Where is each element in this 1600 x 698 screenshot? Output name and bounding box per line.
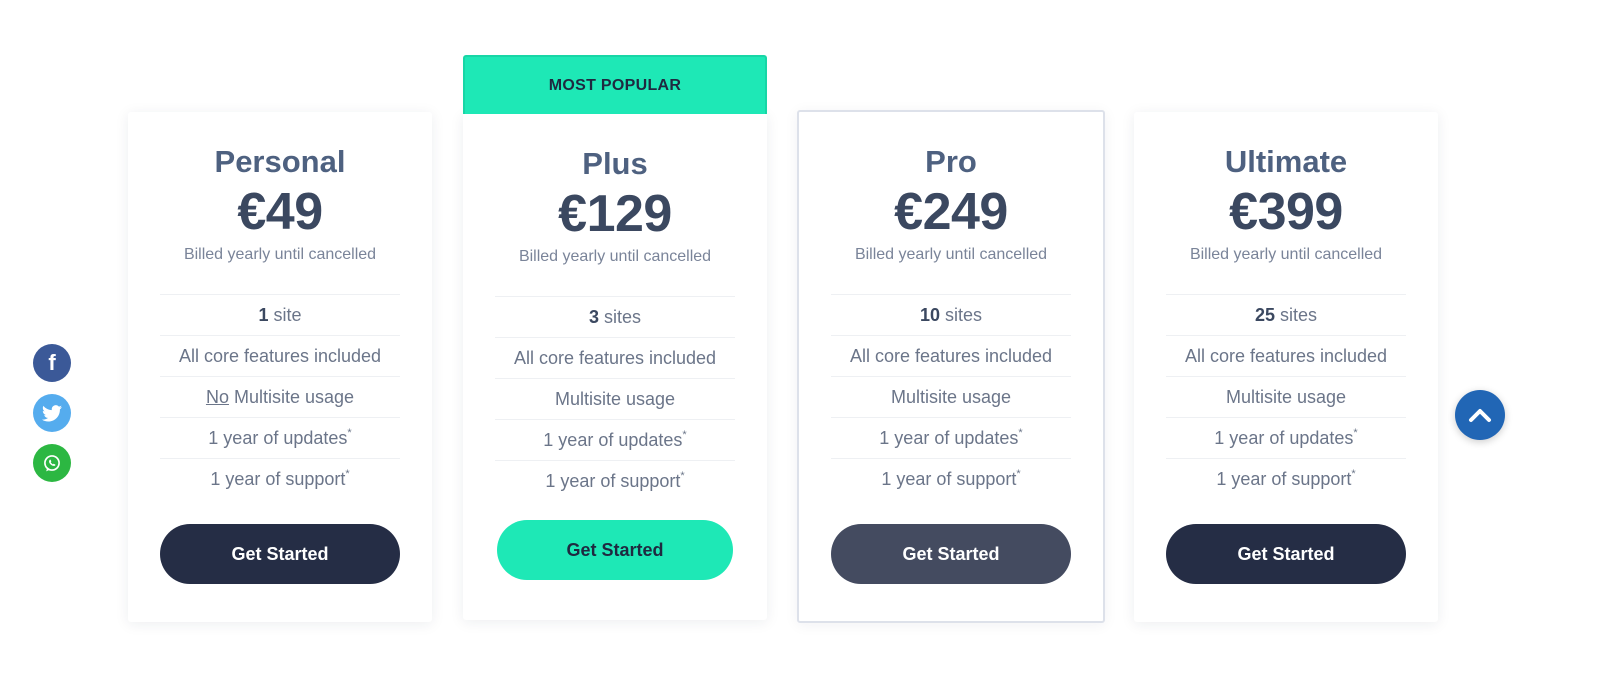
sites-label: sites [599, 307, 642, 327]
plan-card-ultimate: Ultimate €399 Billed yearly until cancel… [1134, 112, 1438, 622]
feature-core: All core features included [495, 337, 735, 378]
feature-multisite: No Multisite usage [160, 376, 400, 417]
billing-note: Billed yearly until cancelled [1189, 246, 1383, 263]
feature-core: All core features included [1166, 335, 1406, 376]
billing-note: Billed yearly until cancelled [183, 246, 377, 263]
feature-updates: 1 year of updates* [495, 419, 735, 460]
whatsapp-share-button[interactable] [33, 444, 71, 482]
facebook-share-button[interactable]: f [33, 344, 71, 382]
plan-price: €129 [558, 185, 672, 243]
feature-sites: 25 sites [1166, 294, 1406, 335]
get-started-button-pro[interactable]: Get Started [831, 524, 1071, 584]
updates-label: 1 year of updates [543, 430, 683, 450]
feature-list: 10 sites All core features included Mult… [831, 294, 1071, 499]
sites-label: site [268, 305, 302, 325]
feature-core: All core features included [160, 335, 400, 376]
feature-updates: 1 year of updates* [831, 417, 1071, 458]
multisite-label: Multisite usage [228, 387, 355, 407]
feature-updates: 1 year of updates* [160, 417, 400, 458]
feature-list: 1 site All core features included No Mul… [160, 294, 400, 499]
billing-note: Billed yearly until cancelled [518, 248, 712, 265]
feature-updates: 1 year of updates* [1166, 417, 1406, 458]
plan-card-plus: MOST POPULAR Plus €129 Billed yearly unt… [463, 55, 767, 620]
footnote-mark: * [345, 468, 350, 480]
footnote-mark: * [680, 470, 685, 482]
footnote-mark: * [1351, 468, 1356, 480]
billing-note: Billed yearly until cancelled [854, 246, 1048, 263]
feature-multisite: Multisite usage [1166, 376, 1406, 417]
updates-label: 1 year of updates [879, 428, 1019, 448]
feature-core: All core features included [831, 335, 1071, 376]
updates-label: 1 year of updates [1214, 428, 1354, 448]
chevron-up-icon [1469, 409, 1491, 422]
plan-name: Pro [925, 144, 977, 179]
plan-name: Ultimate [1224, 144, 1348, 179]
twitter-icon [42, 404, 62, 421]
feature-multisite: Multisite usage [495, 378, 735, 419]
sites-label: sites [940, 305, 983, 325]
sites-label: sites [1275, 305, 1318, 325]
multisite-negation: No [205, 387, 229, 407]
plan-card-personal: Personal €49 Billed yearly until cancell… [128, 112, 432, 622]
plan-name: Personal [214, 144, 346, 179]
get-started-button-personal[interactable]: Get Started [160, 524, 400, 584]
feature-support: 1 year of support* [495, 460, 735, 501]
plan-card-pro: Pro €249 Billed yearly until cancelled 1… [797, 110, 1105, 623]
sites-count: 25 [1254, 305, 1275, 325]
most-popular-badge: MOST POPULAR [463, 55, 767, 114]
feature-list: 3 sites All core features included Multi… [495, 296, 735, 501]
get-started-button-ultimate[interactable]: Get Started [1166, 524, 1406, 584]
sites-count: 3 [588, 307, 599, 327]
support-label: 1 year of support [881, 469, 1017, 489]
footnote-mark: * [347, 427, 352, 439]
feature-support: 1 year of support* [160, 458, 400, 499]
feature-support: 1 year of support* [1166, 458, 1406, 499]
scroll-to-top-button[interactable] [1455, 390, 1505, 440]
feature-sites: 1 site [160, 294, 400, 335]
feature-sites: 3 sites [495, 296, 735, 337]
feature-list: 25 sites All core features included Mult… [1166, 294, 1406, 499]
support-label: 1 year of support [210, 469, 346, 489]
plan-price: €399 [1229, 183, 1343, 241]
feature-sites: 10 sites [831, 294, 1071, 335]
footnote-mark: * [1016, 468, 1021, 480]
feature-multisite: Multisite usage [831, 376, 1071, 417]
sites-count: 10 [919, 305, 940, 325]
twitter-share-button[interactable] [33, 394, 71, 432]
plan-price: €49 [237, 183, 323, 241]
sites-count: 1 [258, 305, 269, 325]
feature-support: 1 year of support* [831, 458, 1071, 499]
whatsapp-icon [44, 455, 60, 472]
get-started-button-plus[interactable]: Get Started [497, 520, 733, 580]
footnote-mark: * [1353, 427, 1358, 439]
support-label: 1 year of support [1216, 469, 1352, 489]
support-label: 1 year of support [545, 471, 681, 491]
facebook-icon: f [48, 350, 56, 375]
footnote-mark: * [1018, 427, 1023, 439]
plan-name: Plus [582, 146, 648, 181]
footnote-mark: * [682, 429, 687, 441]
plan-price: €249 [894, 183, 1008, 241]
updates-label: 1 year of updates [208, 428, 348, 448]
